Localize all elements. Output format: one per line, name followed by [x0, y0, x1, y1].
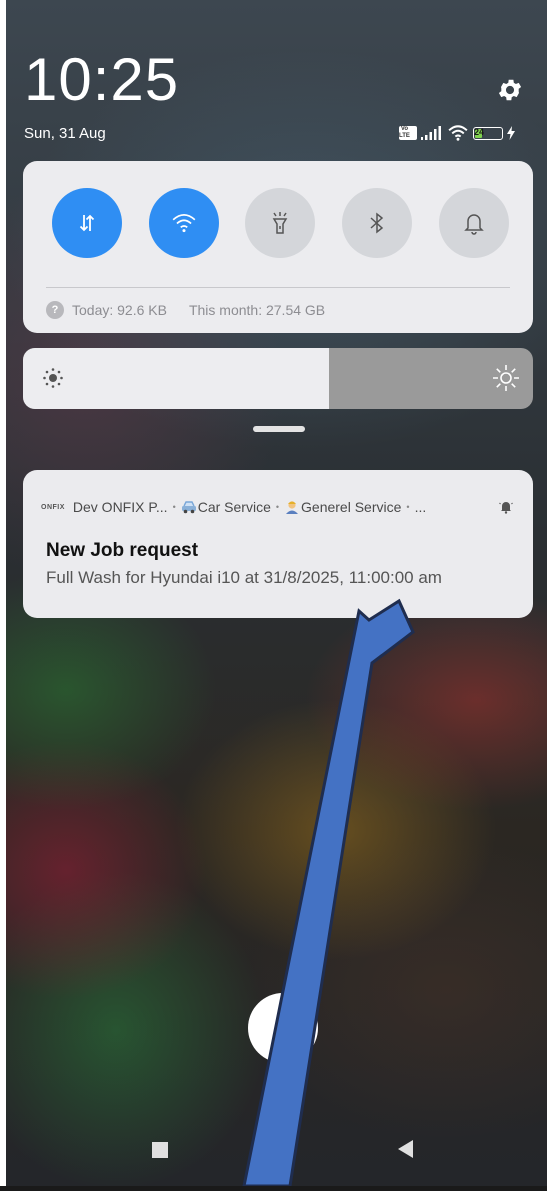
quick-settings-panel: ? Today: 92.6 KB This month: 27.54 GB [23, 161, 533, 333]
drag-handle[interactable] [253, 426, 305, 432]
mechanic-icon [286, 501, 299, 514]
app-name: Dev ONFIX P... [72, 499, 168, 515]
brightness-low-icon [43, 368, 63, 388]
wifi-icon [172, 214, 196, 233]
brightness-slider[interactable] [23, 348, 533, 409]
bottom-edge-strip [0, 1186, 547, 1191]
channel-name: Car Service [197, 499, 271, 515]
data-today-label: Today: 92.6 KB [72, 302, 167, 318]
status-icons: Vo LTE 24 [399, 124, 515, 142]
toggle-flashlight[interactable] [245, 188, 315, 258]
toggle-bluetooth[interactable] [342, 188, 412, 258]
brightness-fill [23, 348, 329, 409]
nav-home-button[interactable] [267, 1137, 293, 1163]
date-label: Sun, 31 Aug [24, 125, 106, 142]
flashlight-icon [272, 212, 288, 234]
alert-bell-icon [499, 502, 513, 514]
bell-icon [464, 214, 484, 235]
header-ellipsis: ... [414, 499, 427, 515]
brightness-high-icon [493, 365, 519, 391]
car-icon [181, 501, 196, 514]
data-arrows-icon [79, 214, 95, 232]
app-logo: ONFIX [41, 503, 65, 511]
category-name: Generel Service [301, 499, 402, 515]
close-icon: ✕ [272, 1012, 294, 1043]
panel-divider [46, 287, 510, 288]
toggle-wifi[interactable] [149, 188, 219, 258]
signal-icon [421, 126, 441, 140]
toggle-sound[interactable] [439, 188, 509, 258]
separator-dot: • [172, 502, 176, 512]
help-icon: ? [46, 301, 64, 319]
clock: 10:25 [24, 46, 180, 113]
notification-card[interactable]: ONFIX Dev ONFIX P... • Car Service • Gen… [23, 470, 533, 618]
clear-notifications-button[interactable]: ✕ [248, 993, 318, 1063]
nav-recents-button[interactable] [152, 1142, 168, 1158]
data-month-label: This month: 27.54 GB [188, 302, 326, 318]
separator-dot: • [406, 502, 410, 512]
wifi-status-icon [448, 125, 468, 141]
charging-icon [507, 126, 515, 140]
volte-icon: Vo LTE [399, 126, 417, 140]
notification-header: ONFIX Dev ONFIX P... • Car Service • Gen… [41, 499, 513, 515]
toggle-mobile-data[interactable] [52, 188, 122, 258]
bluetooth-icon [370, 212, 384, 234]
settings-gear-icon[interactable] [496, 76, 524, 104]
notification-body: Full Wash for Hyundai i10 at 31/8/2025, … [46, 568, 442, 587]
phone-screen: 10:25 Sun, 31 Aug Vo LTE 24 ? Today: 92.… [6, 0, 547, 1186]
nav-back-button[interactable] [398, 1140, 413, 1158]
battery-icon: 24 [473, 126, 503, 140]
notification-title: New Job request [46, 540, 199, 561]
data-usage-row[interactable]: ? Today: 92.6 KB This month: 27.54 GB [46, 301, 325, 319]
separator-dot: • [275, 502, 280, 512]
